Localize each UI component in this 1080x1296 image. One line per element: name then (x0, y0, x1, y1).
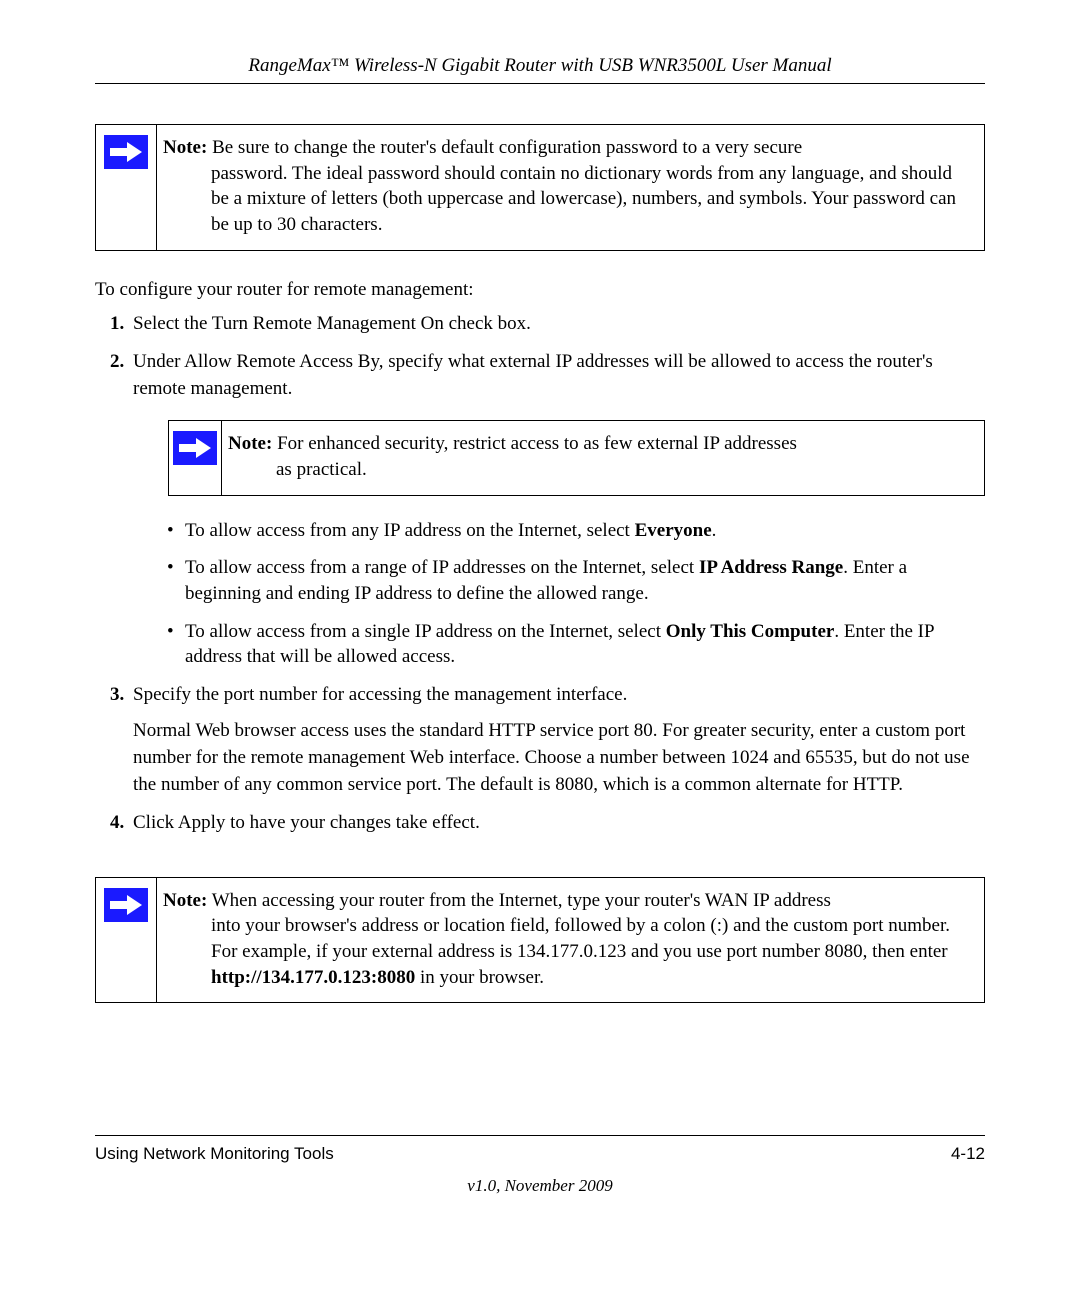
bullet-only-this: To allow access from a single IP address… (167, 619, 985, 670)
note-content: Note: When accessing your router from th… (157, 878, 984, 1003)
step-4: Click Apply to have your changes take ef… (129, 810, 985, 837)
note3-rest-b: in your browser. (415, 967, 544, 988)
step-4-pre: Click (133, 812, 178, 833)
arrow-right-icon (173, 431, 217, 465)
note-text-first: Be sure to change the router's default c… (207, 137, 802, 158)
step-3-body: Normal Web browser access uses the stand… (133, 718, 985, 798)
step-1-bold: Turn Remote Management On (212, 313, 444, 334)
bullets-list: To allow access from any IP address on t… (133, 518, 985, 670)
note-label: Note: (228, 433, 272, 454)
step-1-pre: Select the (133, 313, 212, 334)
note-box-wan: Note: When accessing your router from th… (95, 877, 985, 1004)
note3-rest-bold: http://134.177.0.123:8080 (211, 967, 415, 988)
b1-bold: Everyone (635, 520, 712, 541)
bullet-everyone: To allow access from any IP address on t… (167, 518, 985, 544)
arrow-right-icon (104, 888, 148, 922)
step-4-bold: Apply (178, 812, 226, 833)
note-label: Note: (163, 137, 207, 158)
note-label: Note: (163, 890, 207, 911)
footer-section: Using Network Monitoring Tools (95, 1144, 334, 1164)
b1-post: . (712, 520, 717, 541)
b2-bold: IP Address Range (699, 557, 843, 578)
intro-paragraph: To configure your router for remote mana… (95, 279, 985, 301)
note-box-security: Note: For enhanced security, restrict ac… (168, 420, 985, 495)
note-text-rest: password. The ideal password should cont… (163, 161, 972, 238)
note3-rest-a: into your browser's address or location … (211, 915, 950, 962)
step-2-text: Under Allow Remote Access By, specify wh… (133, 351, 933, 399)
note2-first: For enhanced security, restrict access t… (272, 433, 797, 454)
b2-pre: To allow access from a range of IP addre… (185, 557, 699, 578)
note-content: Note: For enhanced security, restrict ac… (222, 421, 984, 494)
note-content: Note: Be sure to change the router's def… (157, 125, 984, 250)
note-box-password: Note: Be sure to change the router's def… (95, 124, 985, 251)
note-icon-cell (169, 421, 222, 494)
arrow-right-icon (104, 135, 148, 169)
note3-rest: into your browser's address or location … (163, 913, 972, 990)
note3-first: When accessing your router from the Inte… (207, 890, 831, 911)
step-1-post: check box. (444, 313, 531, 334)
steps-list: Select the Turn Remote Management On che… (95, 311, 985, 837)
note2-rest: as practical. (228, 457, 972, 483)
step-2: Under Allow Remote Access By, specify wh… (129, 349, 985, 670)
note-icon-cell (96, 878, 157, 1003)
step-3: Specify the port number for accessing th… (129, 682, 985, 798)
step-4-post: to have your changes take effect. (225, 812, 479, 833)
page-header: RangeMax™ Wireless-N Gigabit Router with… (95, 55, 985, 84)
b1-pre: To allow access from any IP address on t… (185, 520, 635, 541)
page-footer: Using Network Monitoring Tools 4-12 v1.0… (95, 1135, 985, 1196)
note-icon-cell (96, 125, 157, 250)
b3-pre: To allow access from a single IP address… (185, 621, 666, 642)
bullet-ip-range: To allow access from a range of IP addre… (167, 555, 985, 606)
b3-bold: Only This Computer (666, 621, 835, 642)
footer-version: v1.0, November 2009 (95, 1176, 985, 1196)
footer-page: 4-12 (951, 1144, 985, 1164)
step-1: Select the Turn Remote Management On che… (129, 311, 985, 338)
step-3-text: Specify the port number for accessing th… (133, 684, 627, 705)
